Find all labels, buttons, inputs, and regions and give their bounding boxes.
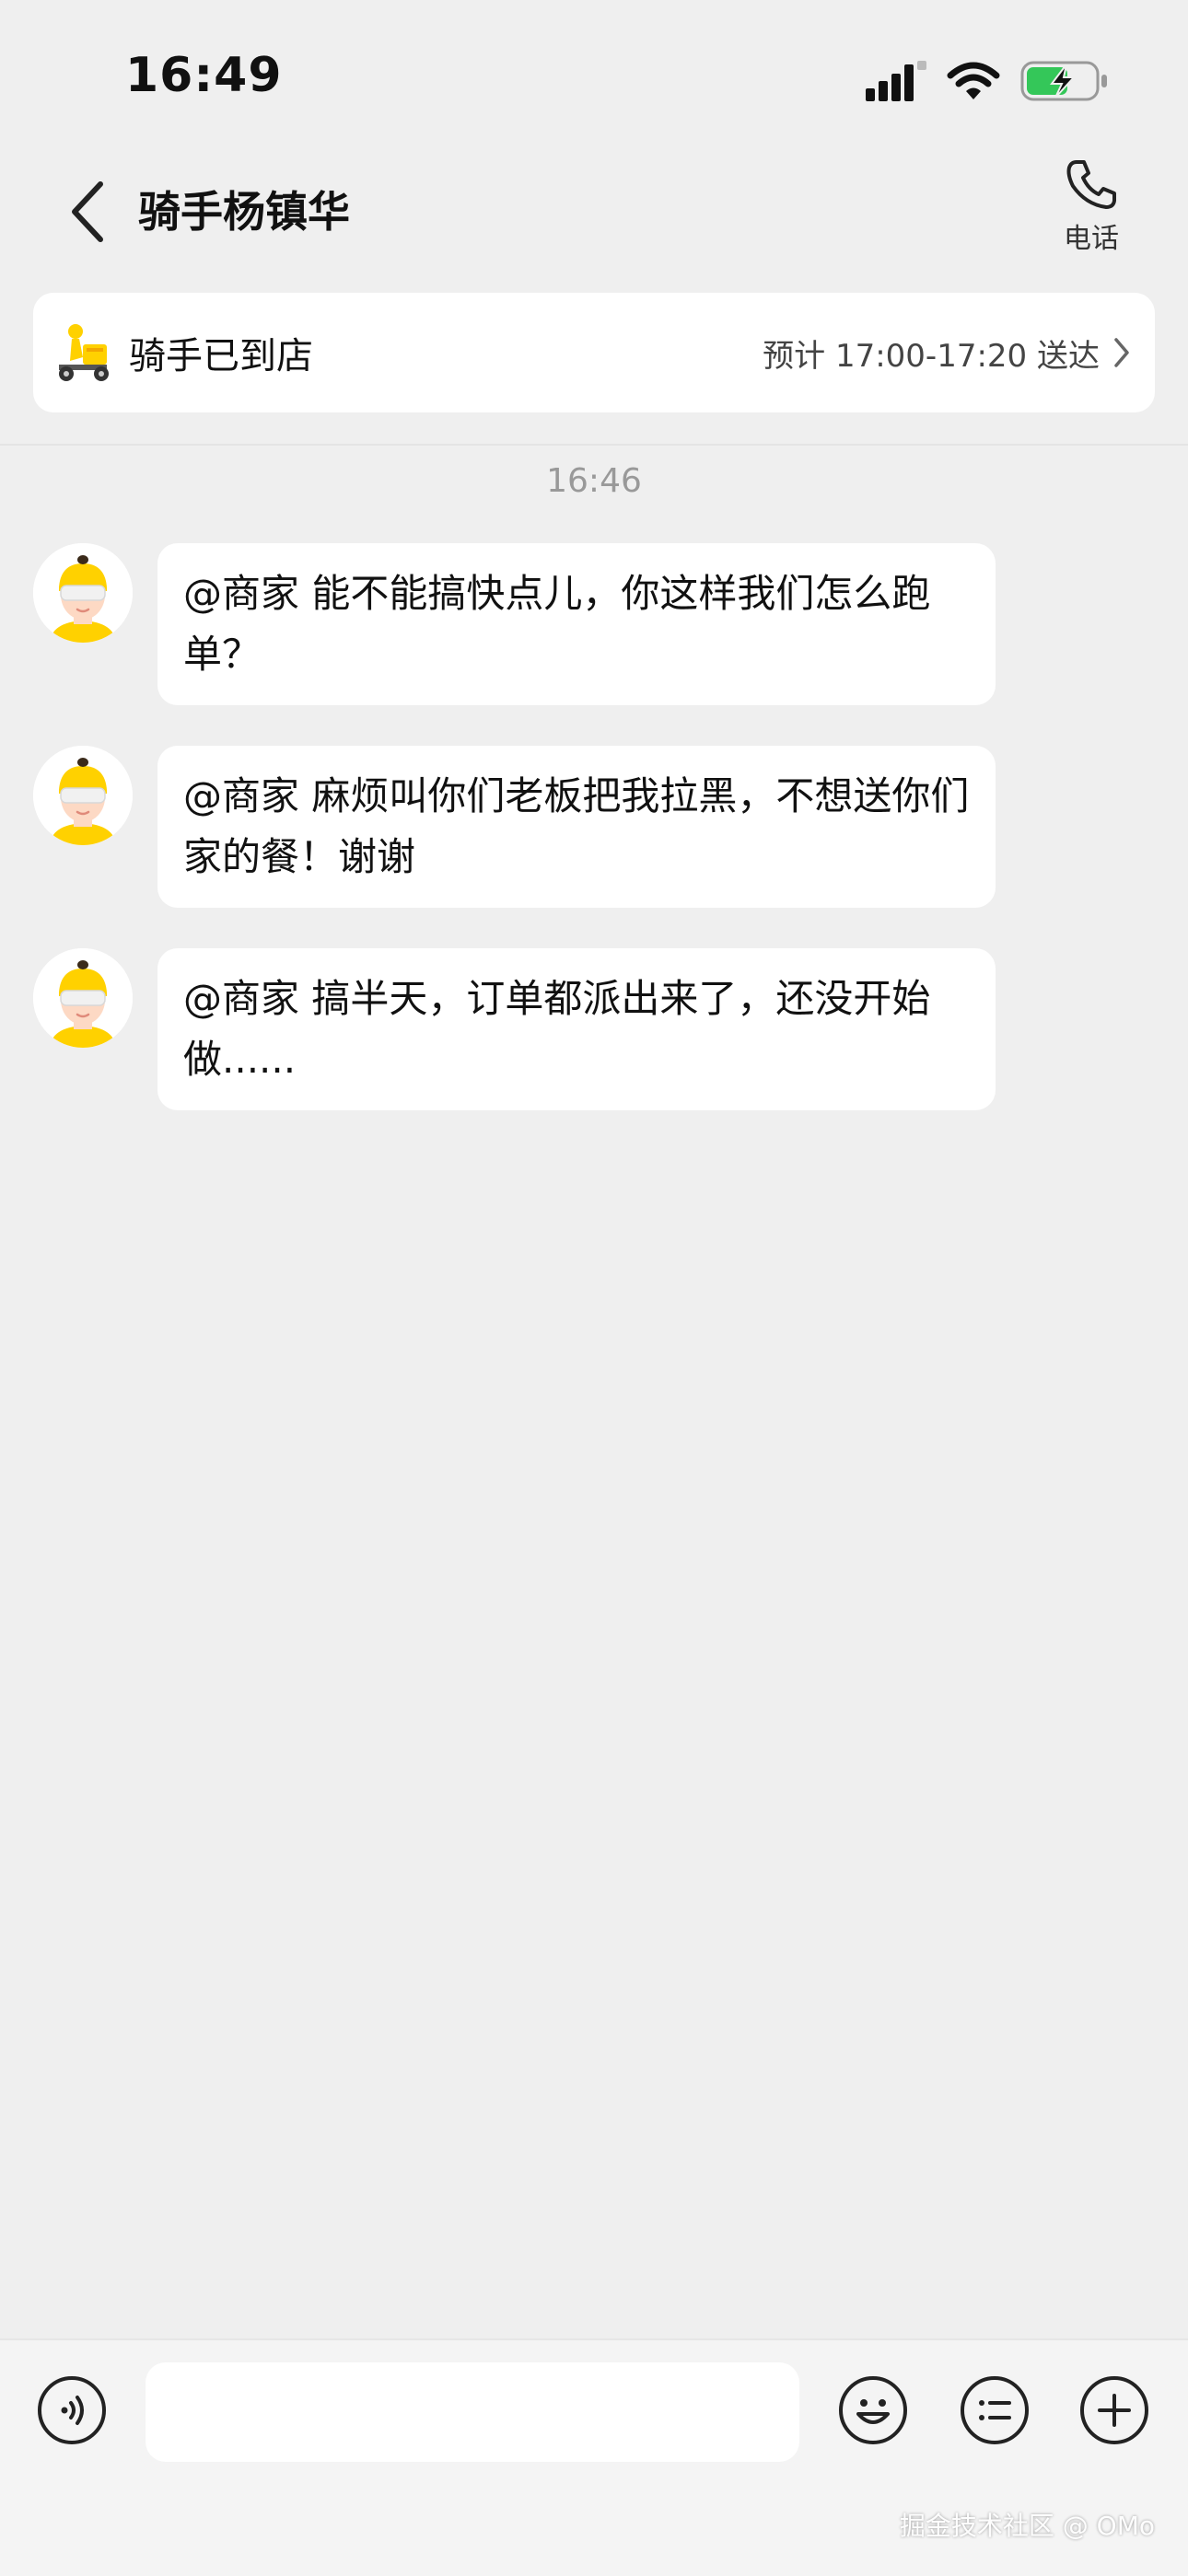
voice-input-button[interactable] [37,2375,107,2445]
message-bubble[interactable]: @商家 搞半天，订单都派出来了，还没开始做...... [157,948,996,1110]
message-input[interactable] [146,2362,799,2462]
divider [0,444,1188,446]
chat-timestamp: 16:46 [546,462,642,500]
battery-charging-icon [1020,61,1107,101]
cellular-signal-icon [866,61,926,101]
delivery-status-card[interactable]: 骑手已到店 预计 17:00-17:20 送达 [33,293,1155,412]
phone-icon [1066,160,1116,209]
rider-avatar-icon [33,948,133,1048]
emoji-button[interactable] [838,2375,908,2445]
rider-avatar[interactable] [33,948,133,1048]
quick-reply-button[interactable] [960,2375,1030,2445]
rider-avatar[interactable] [33,746,133,845]
phone-label: 电话 [1064,223,1119,255]
plus-icon [1080,2376,1148,2444]
message-bubble[interactable]: @商家 能不能搞快点儿，你这样我们怎么跑单？ [157,543,996,705]
status-bar: 16:49 [0,0,1188,138]
nav-bar: 骑手杨镇华 电话 [0,138,1188,276]
chevron-left-icon [72,181,103,242]
rider-avatar-icon [33,746,133,845]
emoji-icon [839,2376,907,2444]
more-options-button[interactable] [1079,2375,1149,2445]
watermark: 掘金技术社区 @ OMo [899,2511,1155,2541]
list-icon [961,2376,1029,2444]
rider-avatar-icon [33,543,133,643]
rider-avatar[interactable] [33,543,133,643]
voice-icon [38,2376,106,2444]
message-bubble[interactable]: @商家 麻烦叫你们老板把我拉黑，不想送你们家的餐！谢谢 [157,746,996,908]
delivery-eta: 预计 17:00-17:20 送达 [763,337,1100,375]
status-time: 16:49 [125,48,283,103]
delivery-status-text: 骑手已到店 [129,335,313,377]
phone-call-button[interactable]: 电话 [1041,157,1142,267]
back-button[interactable] [55,175,120,249]
chevron-right-icon [1114,338,1129,367]
page-title: 骑手杨镇华 [138,187,350,237]
delivery-scooter-icon [59,324,109,381]
wifi-icon [947,62,1000,99]
status-icons [866,53,1109,109]
